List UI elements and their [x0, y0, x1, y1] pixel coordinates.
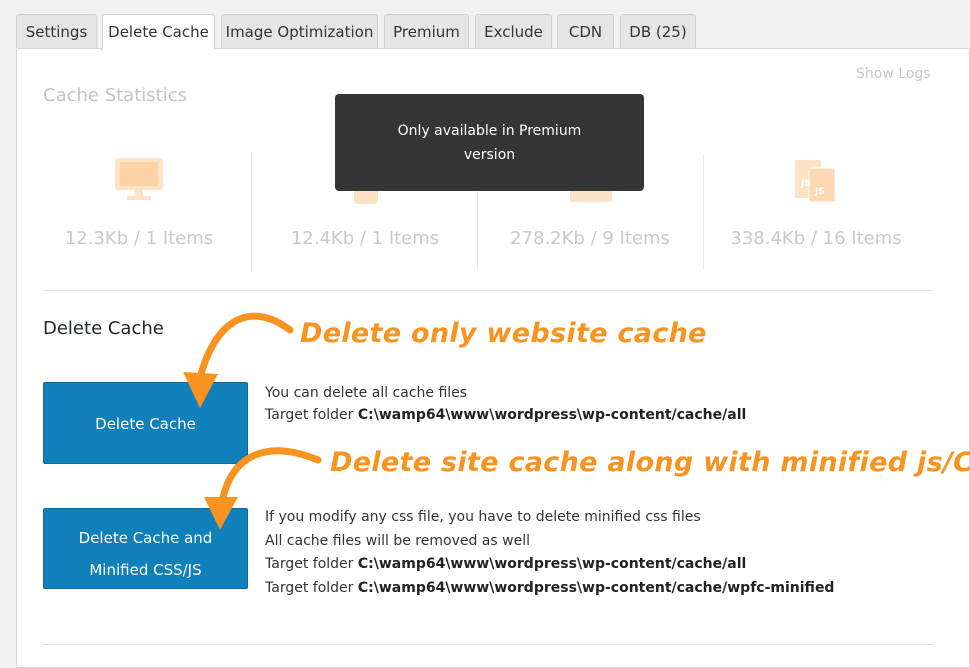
annotation-delete-website-cache: Delete only website cache	[300, 318, 707, 349]
tab-delete-cache[interactable]: Delete Cache	[102, 14, 215, 50]
arrow-head-1	[183, 372, 218, 408]
arrow-curve-2	[218, 447, 322, 506]
arrow-head-2	[204, 497, 238, 530]
arrow-curve-1	[196, 312, 294, 382]
annotation-delete-minified: Delete site cache along with minified js…	[330, 447, 970, 478]
